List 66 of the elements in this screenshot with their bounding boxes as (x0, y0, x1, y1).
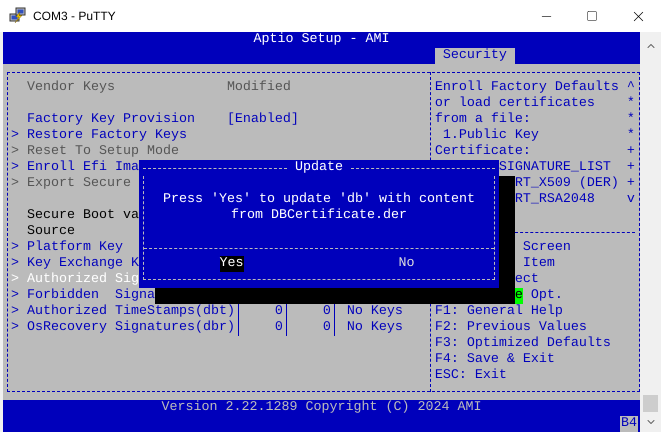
info-label: Secure Boot va (26, 208, 139, 224)
setting-label[interactable]: Factory Key Provision (26, 112, 195, 128)
scroll-mark: + (626, 160, 635, 176)
help-text: Enroll Factory Defaults (434, 80, 619, 96)
maximize-icon[interactable] (586, 10, 598, 22)
scroll-mark: + (626, 176, 635, 192)
key-hint: Item (522, 256, 555, 272)
help-text: Certificate: (434, 144, 531, 160)
terminal-computers-icon (9, 7, 27, 25)
dialog-message: Press 'Yes' to update 'db' with content from DBCertificate.der (163, 192, 475, 224)
menu-item[interactable]: Platform Key (26, 240, 123, 256)
submenu-marker: > (11, 160, 19, 176)
key-hint: ect (514, 272, 539, 288)
dialog-title: Update (294, 160, 344, 176)
menu-item[interactable]: Enroll Efi Ima (26, 160, 139, 176)
count-cell: 0 (322, 304, 331, 320)
scroll-mark: + (626, 144, 635, 160)
version-text: Version 2.22.1289 Copyright (C) 2024 AMI (162, 400, 482, 416)
scroll-mark: ^ (626, 80, 635, 96)
key-hint: F4: Save & Exit (434, 352, 555, 368)
menu-item[interactable]: OsRecovery Signatures(dbr) (26, 320, 235, 336)
submenu-marker: > (11, 176, 19, 192)
scrollbar-thumb[interactable] (643, 395, 658, 412)
menu-item[interactable]: Restore Factory Keys (26, 128, 187, 144)
submenu-marker: > (11, 320, 19, 336)
submenu-marker: > (11, 288, 19, 304)
submenu-marker: > (11, 144, 19, 160)
submenu-marker: > (11, 304, 19, 320)
help-text: RT_RSA2048 (514, 192, 595, 208)
submenu-marker: > (11, 272, 19, 288)
count-cell: 0 (274, 320, 283, 336)
setting-value[interactable]: [Enabled] (226, 112, 299, 128)
key-hint: Opt. (530, 288, 563, 304)
info-label: Source (26, 224, 75, 240)
submenu-marker: > (11, 128, 19, 144)
setup-title: Aptio Setup - AMI (254, 32, 390, 48)
help-text: from a file: (434, 112, 531, 128)
key-hint: ESC: Exit (434, 368, 507, 384)
submenu-marker: > (11, 256, 19, 272)
dialog-button[interactable]: No (398, 256, 414, 272)
scroll-mark: * (626, 96, 635, 112)
key-hint: F2: Previous Values (434, 320, 587, 336)
scroll-mark: * (626, 112, 635, 128)
info-label: Vendor Keys (26, 80, 115, 96)
submenu-marker: > (11, 240, 19, 256)
status-cell: No Keys (346, 320, 403, 336)
key-hint: e (514, 288, 523, 304)
window-title: COM3 - PuTTY (33, 8, 116, 25)
setting-value: Modified (226, 80, 291, 96)
count-cell: 0 (322, 320, 331, 336)
menu-tab[interactable]: Security (434, 48, 515, 64)
key-hint: Screen (522, 240, 571, 256)
help-text: or load certificates (434, 96, 595, 112)
status-badge: B4 (620, 416, 638, 432)
menu-item[interactable]: Authorized TimeStamps(dbt) (26, 304, 235, 320)
scroll-mark: v (626, 192, 635, 208)
help-text: 1.Public Key (442, 128, 539, 144)
help-text: RT_X509 (DER) (514, 176, 619, 192)
help-text: SIGNATURE_LIST (498, 160, 611, 176)
status-cell: No Keys (346, 304, 403, 320)
key-hint: F3: Optimized Defaults (434, 336, 611, 352)
menu-item[interactable]: Forbidden Signa (26, 288, 155, 304)
key-hint: F1: General Help (434, 304, 563, 320)
menu-item[interactable]: Key Exchange K (26, 256, 139, 272)
count-cell: 0 (274, 304, 283, 320)
scroll-mark: * (626, 128, 635, 144)
